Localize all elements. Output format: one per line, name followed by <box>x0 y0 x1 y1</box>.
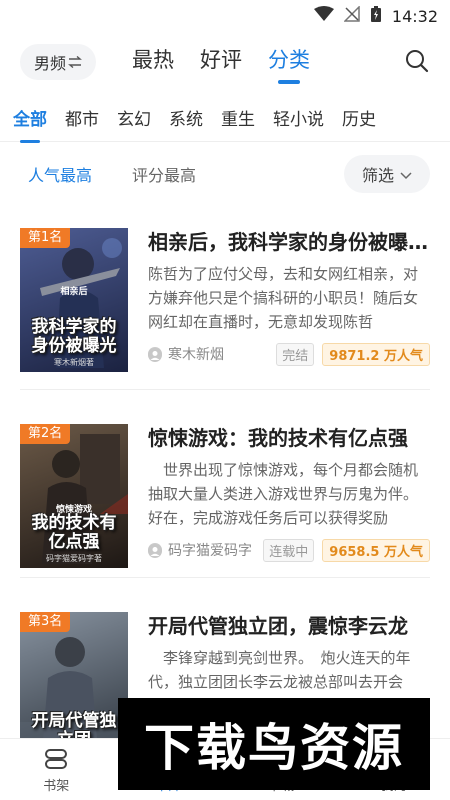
book-meta: 码字猫爱码字 连载中 9658.5 万人气 <box>148 538 430 562</box>
filter-button[interactable]: 筛选 <box>344 155 430 193</box>
category-history[interactable]: 历史 <box>333 105 385 130</box>
header: 男频 最热 好评 分类 <box>0 32 450 92</box>
bookshelf-icon <box>43 747 69 771</box>
filter-label: 筛选 <box>361 166 394 185</box>
rank-badge: 第3名 <box>20 612 71 632</box>
category-tabs: 全部 都市 玄幻 系统 重生 轻小说 历史 <box>0 94 450 142</box>
top-tabs: 最热 好评 分类 <box>132 44 310 80</box>
book-meta: 寒木新烟 完结 9871.2 万人气 <box>148 342 430 366</box>
book-title[interactable]: 惊悚游戏：我的技术有亿点强 <box>148 424 430 452</box>
cover-subtitle: 相亲后 <box>60 287 88 297</box>
author-avatar-icon <box>148 347 162 362</box>
book-cover[interactable]: 第3名 开局代管独立团 <box>20 612 128 756</box>
category-urban[interactable]: 都市 <box>56 105 108 130</box>
book-title[interactable]: 相亲后，我科学家的身份被曝光了 <box>148 228 430 256</box>
swap-icon <box>68 53 82 72</box>
rank-badge: 第2名 <box>20 424 71 444</box>
wifi-icon <box>313 6 334 26</box>
author-avatar-icon <box>148 543 162 558</box>
status-time: 14:32 <box>391 6 438 26</box>
nav-label: 书架 <box>43 779 70 794</box>
watermark-banner: 下载鸟资源 <box>118 698 430 790</box>
book-title[interactable]: 开局代管独立团，震惊李云龙 <box>148 612 430 640</box>
cover-author: 寒木新烟著 <box>54 358 94 367</box>
category-light-novel[interactable]: 轻小说 <box>264 105 333 130</box>
popularity-badge: 9658.5 万人气 <box>322 538 430 562</box>
sort-rating[interactable]: 评分最高 <box>132 162 196 186</box>
book-item[interactable]: 第2名 惊悚游戏 我的技术有亿点强 码字猫爱码字著 惊悚游戏：我的技术有亿点强 … <box>20 390 430 578</box>
book-description: 世界出现了惊悚游戏，每个月都会随机抽取大量人类进入游戏世界与厉鬼为伴。 好在，完… <box>148 461 426 527</box>
gender-label: 男频 <box>33 54 66 73</box>
category-all[interactable]: 全部 <box>4 105 56 130</box>
book-author: 码字猫爱码字 <box>168 543 252 559</box>
book-cover[interactable]: 第2名 惊悚游戏 我的技术有亿点强 码字猫爱码字著 <box>20 424 128 568</box>
status-bar: 14:32 <box>0 0 450 32</box>
search-icon[interactable] <box>404 48 430 74</box>
cover-title: 我的技术有亿点强 <box>31 513 117 552</box>
gender-switch-button[interactable]: 男频 <box>20 44 96 80</box>
sort-bar: 人气最高 评分最高 筛选 <box>0 146 450 202</box>
tab-category[interactable]: 分类 <box>268 44 310 80</box>
book-list: 第1名 相亲后 我科学家的身份被曝光 寒木新烟著 相亲后，我科学家的身份被曝光了… <box>0 202 450 766</box>
nav-bookshelf[interactable]: 书架 <box>16 747 96 794</box>
rank-badge: 第1名 <box>20 228 71 248</box>
tab-hot[interactable]: 最热 <box>132 44 174 80</box>
book-author: 寒木新烟 <box>168 347 224 363</box>
popularity-badge: 9871.2 万人气 <box>322 342 430 366</box>
status-badge: 连载中 <box>263 538 315 562</box>
book-description: 陈哲为了应付父母，去和女网红相亲，对方嫌弃他只是个搞科研的小职员！随后女网红却在… <box>148 265 419 331</box>
category-system[interactable]: 系统 <box>160 105 212 130</box>
category-rebirth[interactable]: 重生 <box>212 105 264 130</box>
book-info: 惊悚游戏：我的技术有亿点强 世界出现了惊悚游戏，每个月都会随机抽取大量人类进入游… <box>148 424 430 577</box>
cover-title: 我科学家的身份被曝光 <box>31 317 117 356</box>
book-info: 相亲后，我科学家的身份被曝光了 陈哲为了应付父母，去和女网红相亲，对方嫌弃他只是… <box>148 228 430 389</box>
book-item[interactable]: 第1名 相亲后 我科学家的身份被曝光 寒木新烟著 相亲后，我科学家的身份被曝光了… <box>20 202 430 390</box>
sort-popularity[interactable]: 人气最高 <box>28 162 92 186</box>
tab-top-rated[interactable]: 好评 <box>200 44 242 80</box>
chevron-down-icon <box>400 165 412 184</box>
battery-icon <box>370 5 382 27</box>
no-signal-icon <box>343 5 360 26</box>
status-badge: 完结 <box>276 342 315 366</box>
category-fantasy[interactable]: 玄幻 <box>108 105 160 130</box>
cover-author: 码字猫爱码字著 <box>46 554 102 563</box>
book-cover[interactable]: 第1名 相亲后 我科学家的身份被曝光 寒木新烟著 <box>20 228 128 372</box>
